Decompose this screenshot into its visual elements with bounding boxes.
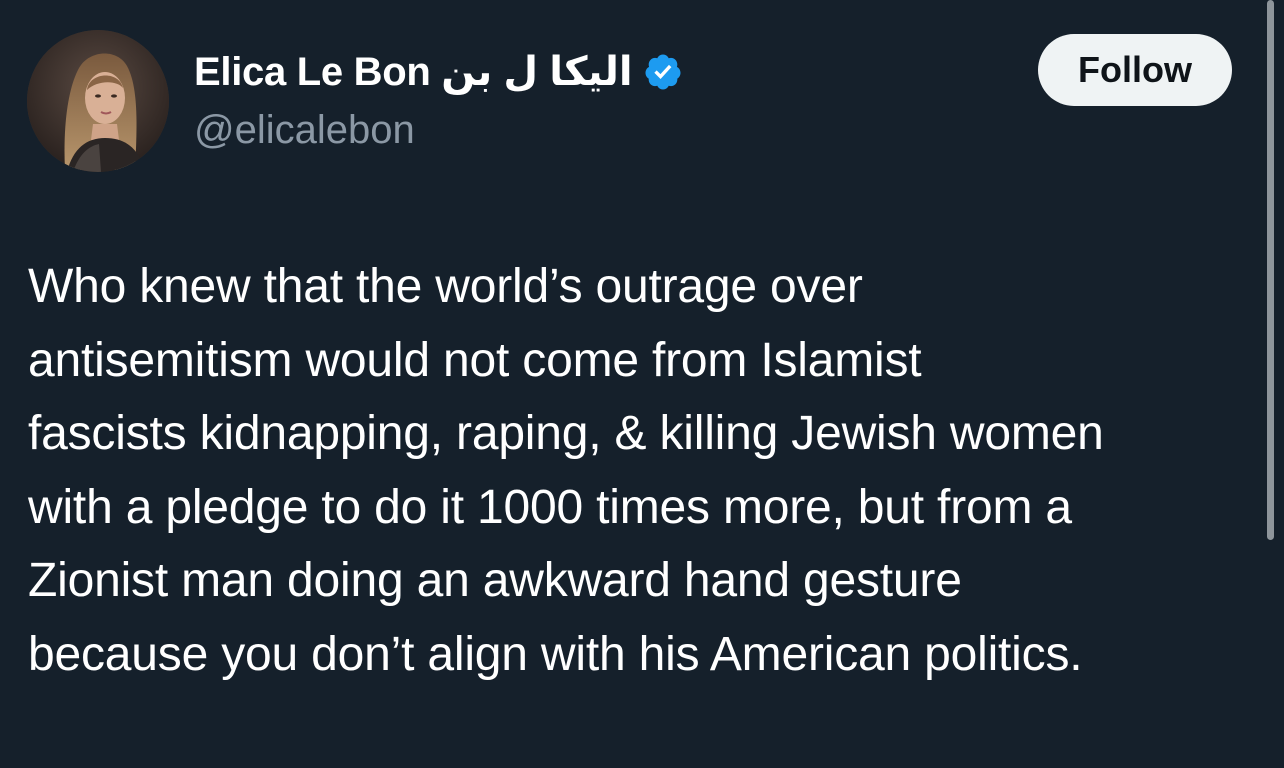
tweet-text-line: Zionist man doing an awkward hand gestur… (28, 554, 962, 607)
tweet-text-line: with a pledge to do it 1000 times more, … (28, 480, 1072, 534)
verified-badge-icon[interactable] (643, 52, 683, 92)
tweet-text-line: fascists kidnapping, raping, & killing J… (28, 407, 1104, 460)
tweet-text-line: Who knew that the world’s outrage over (28, 260, 863, 313)
follow-button[interactable]: Follow (1038, 34, 1232, 106)
author-handle[interactable]: @elicalebon (194, 108, 415, 153)
tweet-text-line: antisemitism would not come from Islamis… (28, 333, 922, 387)
avatar[interactable] (27, 30, 169, 172)
tweet-card: Elica Le Bon الیکا ل بن @elicalebon Foll… (0, 0, 1284, 768)
avatar-image (27, 30, 169, 172)
author-name-row: Elica Le Bon الیکا ل بن (194, 46, 683, 98)
scrollbar[interactable] (1267, 0, 1274, 540)
tweet-text: Who knew that the world’s outrage over a… (28, 250, 1264, 691)
author-display-name[interactable]: Elica Le Bon الیکا ل بن (194, 49, 633, 95)
tweet-text-line: because you don’t align with his America… (28, 627, 1083, 681)
